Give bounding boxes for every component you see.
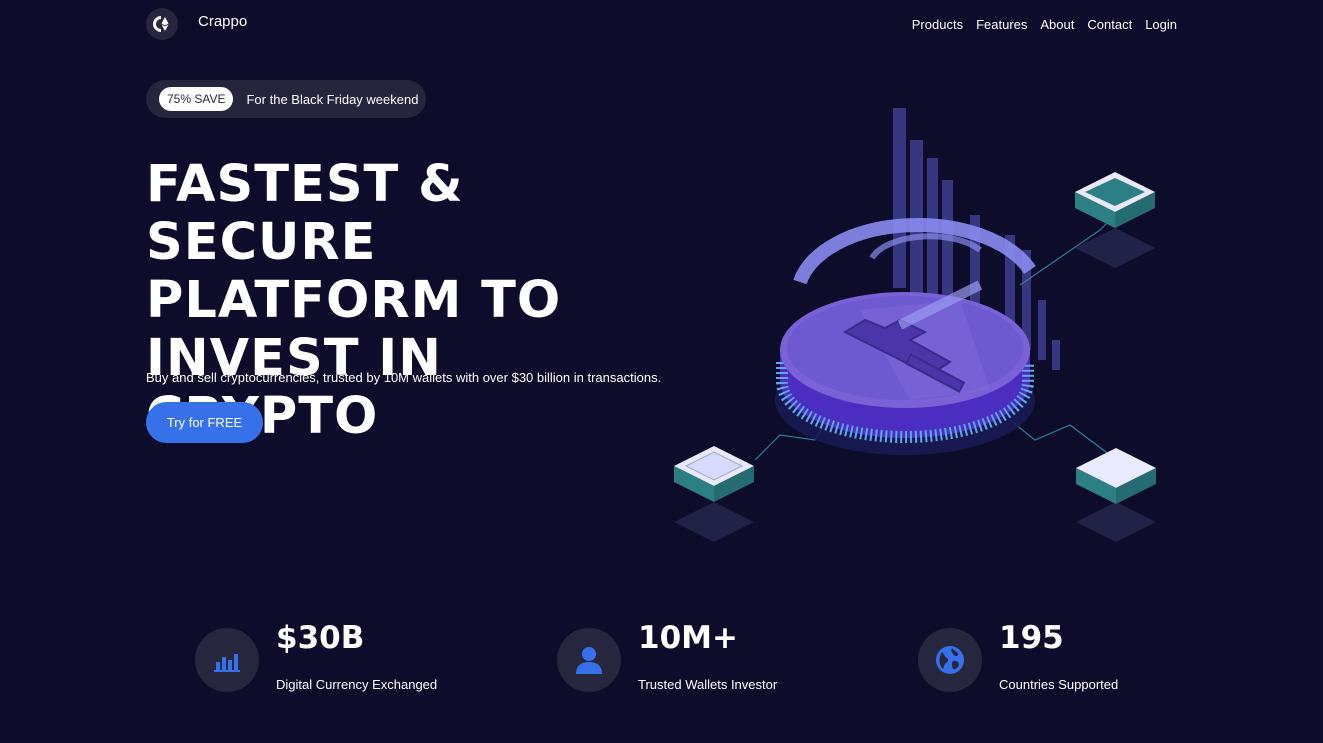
site-header: Crappo Products Features About Contact L…	[146, 8, 1177, 44]
bar-chart-icon	[195, 628, 259, 692]
stat-value: 195	[999, 620, 1064, 656]
nav-features[interactable]: Features	[976, 17, 1027, 32]
promo-banner[interactable]: 75% SAVE For the Black Friday weekend	[146, 80, 426, 118]
nav-about[interactable]: About	[1040, 17, 1074, 32]
promo-text: For the Black Friday weekend	[246, 91, 419, 107]
hero-title-line: PLATFORM TO	[146, 271, 562, 330]
brand-logo[interactable]: Crappo	[146, 8, 247, 40]
nav-products[interactable]: Products	[912, 17, 963, 32]
stat-label: Trusted Wallets Investor	[638, 677, 778, 692]
main-nav: Products Features About Contact Login	[912, 17, 1177, 32]
hero-title-line: FASTEST & SECURE	[146, 155, 464, 272]
hero-subtitle: Buy and sell cryptocurrencies, trusted b…	[146, 370, 662, 385]
crypto-coin-illustration	[674, 108, 1156, 542]
cube-bottom-right	[1076, 448, 1156, 542]
globe-icon	[918, 628, 982, 692]
ethereum-logo-icon	[146, 8, 178, 40]
stat-value: 10M+	[638, 620, 738, 656]
stat-label: Digital Currency Exchanged	[276, 677, 438, 692]
try-free-button[interactable]: Try for FREE	[146, 402, 263, 443]
nav-contact[interactable]: Contact	[1087, 17, 1132, 32]
stat-label: Countries Supported	[999, 677, 1119, 692]
brand-name: Crappo	[198, 12, 248, 30]
promo-badge: 75% SAVE	[159, 87, 234, 111]
cube-bottom-left	[674, 446, 754, 542]
user-icon	[557, 628, 621, 692]
nav-login[interactable]: Login	[1145, 17, 1177, 32]
cube-top-right	[1075, 172, 1155, 268]
stat-value: $30B	[276, 620, 365, 656]
